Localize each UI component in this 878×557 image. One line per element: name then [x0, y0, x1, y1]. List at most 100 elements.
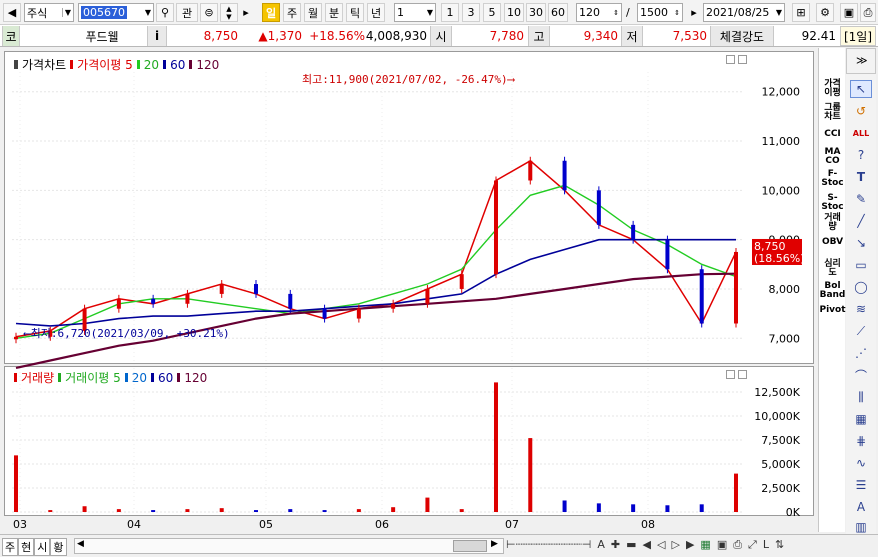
volume-bar: [562, 500, 567, 512]
gann-icon[interactable]: ⟋: [850, 322, 872, 340]
candle-body: [528, 160, 533, 181]
save-icon[interactable]: ▣: [840, 3, 858, 22]
x-tick-label: 05: [259, 518, 273, 531]
prev-icon[interactable]: ◁: [657, 538, 665, 552]
fan-icon[interactable]: ⋰: [850, 344, 872, 362]
rectangle-icon[interactable]: ▭: [850, 256, 872, 274]
candle-body: [459, 274, 464, 289]
wave-icon[interactable]: ∿: [850, 454, 872, 472]
indicator-item-8[interactable]: 심리 도: [819, 260, 846, 278]
undo-icon[interactable]: ↺: [850, 102, 872, 120]
candle-body: [665, 239, 670, 270]
font-size-icon[interactable]: A: [597, 538, 605, 552]
candle-body: [14, 336, 18, 340]
bars-icon[interactable]: ☰: [850, 476, 872, 494]
grid-lines-icon[interactable]: ▦: [850, 410, 872, 428]
tab-market[interactable]: 시: [34, 538, 51, 556]
volume-bar: [151, 510, 156, 512]
indicator-item-3[interactable]: MA CO: [819, 148, 846, 166]
volume-y-tick: 7,500K: [761, 434, 800, 447]
arc-icon[interactable]: ⌒: [850, 366, 872, 384]
ma-line-60: [15, 238, 736, 327]
maximize-icon[interactable]: ⤢: [748, 538, 757, 552]
line-icon[interactable]: ╱: [850, 212, 872, 230]
indicator-item-7[interactable]: OBV: [819, 238, 846, 247]
volume-bar: [699, 504, 704, 512]
volume-bar: [116, 509, 121, 512]
zoom-slider-icon[interactable]: ⊢┈┈┈┈┈┈┈┈┈┈⊣: [506, 538, 591, 552]
volume-bar: [459, 509, 464, 512]
scroll-right-icon[interactable]: ▶: [491, 539, 498, 549]
print-icon[interactable]: ⎙: [860, 3, 876, 22]
price-y-tick: 7,000: [769, 332, 801, 345]
next-icon[interactable]: ▷: [671, 538, 679, 552]
candle-body: [322, 308, 327, 319]
scroll-left-icon[interactable]: ◀: [77, 539, 84, 549]
cross-icon[interactable]: ⋕: [850, 432, 872, 450]
horizontal-scrollbar[interactable]: ◀ ▶: [74, 538, 504, 554]
volume-bar: [425, 497, 430, 512]
channel-icon[interactable]: ≋: [850, 300, 872, 318]
tab-current[interactable]: 현: [18, 538, 35, 556]
volume-y-tick: 12,500K: [754, 386, 800, 399]
trend-icon[interactable]: ↘: [850, 234, 872, 252]
candle-body: [254, 284, 258, 294]
restore-icon[interactable]: ⇅: [775, 538, 784, 552]
volume-y-tick: 2,500K: [761, 482, 800, 495]
bottom-tabs: 주 현 시 황: [2, 538, 67, 556]
price-y-tick: 10,000: [762, 184, 801, 197]
auto-icon[interactable]: A: [850, 498, 872, 516]
fibonacci-icon[interactable]: ⫼: [850, 388, 872, 406]
candle-body: [734, 251, 738, 324]
current-pct-label: (18.56%): [754, 252, 805, 265]
volume-bar: [494, 382, 498, 512]
double-chevron-icon: ≫: [856, 54, 868, 67]
indicator-item-10[interactable]: Pivot: [819, 306, 846, 315]
indicator-item-5[interactable]: S- Stoc: [819, 194, 846, 212]
tab-week[interactable]: 주: [2, 538, 19, 556]
gear-icon[interactable]: ⚙: [816, 3, 834, 22]
indicator-item-4[interactable]: F- Stoc: [819, 170, 846, 188]
x-tick-label: 07: [505, 518, 519, 531]
scroll-thumb[interactable]: [453, 540, 487, 552]
volume-bar: [288, 509, 293, 512]
pen-icon[interactable]: ✎: [850, 190, 872, 208]
all-clear-icon[interactable]: ALL: [850, 124, 872, 142]
indicator-item-2[interactable]: CCI: [819, 130, 846, 139]
cursor-icon[interactable]: ↖: [850, 80, 872, 98]
indicator-item-6[interactable]: 거래 량: [819, 214, 846, 232]
volume-y-tick: 5,000K: [761, 458, 800, 471]
ellipse-icon[interactable]: ◯: [850, 278, 872, 296]
text-icon[interactable]: T: [850, 168, 872, 186]
candle-body: [699, 269, 704, 324]
first-icon[interactable]: ◀: [643, 538, 651, 552]
print-icon[interactable]: ⎙: [733, 538, 742, 552]
ma-line-5: [15, 159, 737, 338]
help-icon[interactable]: ?: [850, 146, 872, 164]
chart-canvas[interactable]: 12,00011,00010,0009,0008,0007,00012,500K…: [0, 0, 818, 534]
volume-bar: [631, 504, 636, 512]
candle-body: [494, 180, 498, 275]
tab-status[interactable]: 황: [50, 538, 67, 556]
indicator-item-9[interactable]: Bol Band: [819, 282, 846, 300]
zoom-out-icon[interactable]: ▬: [626, 538, 636, 552]
indicator-item-0[interactable]: 가격 이평: [819, 80, 846, 98]
volume-bar: [82, 506, 87, 512]
x-tick-label: 04: [127, 518, 141, 531]
volume-bar: [14, 455, 18, 512]
lock-icon[interactable]: L: [763, 538, 769, 552]
period-badge: [1일]: [840, 26, 876, 46]
zoom-controls: ⊢┈┈┈┈┈┈┈┈┈┈⊣ A ✚ ▬ ◀ ◁ ▷ ▶ ▦ ▣ ⎙ ⤢ L ⇅: [506, 538, 784, 552]
candle-body: [151, 298, 156, 304]
save-icon[interactable]: ▣: [717, 538, 727, 552]
zoom-in-icon[interactable]: ✚: [611, 538, 620, 552]
excel-icon[interactable]: ▦: [700, 538, 710, 552]
indicator-item-1[interactable]: 그룹 차트: [819, 104, 846, 122]
drawing-tools: ↖ ↺ ALL ? T ✎ ╱ ↘ ▭ ◯ ≋ ⟋ ⋰ ⌒ ⫼ ▦ ⋕ ∿ ☰ …: [846, 74, 876, 534]
price-y-tick: 12,000: [762, 86, 801, 99]
tool-expand-button[interactable]: ≫: [846, 48, 876, 74]
indicator-sidebar: 가격 이평그룹 차트 CCI MA CO F- Stoc S- Stoc 거래 량 OBV 심…: [818, 48, 846, 532]
last-icon[interactable]: ▶: [686, 538, 694, 552]
max-price-annotation: 최고:11,900(2021/07/02, -26.47%)⟶: [302, 73, 516, 86]
candle-body: [425, 288, 430, 304]
